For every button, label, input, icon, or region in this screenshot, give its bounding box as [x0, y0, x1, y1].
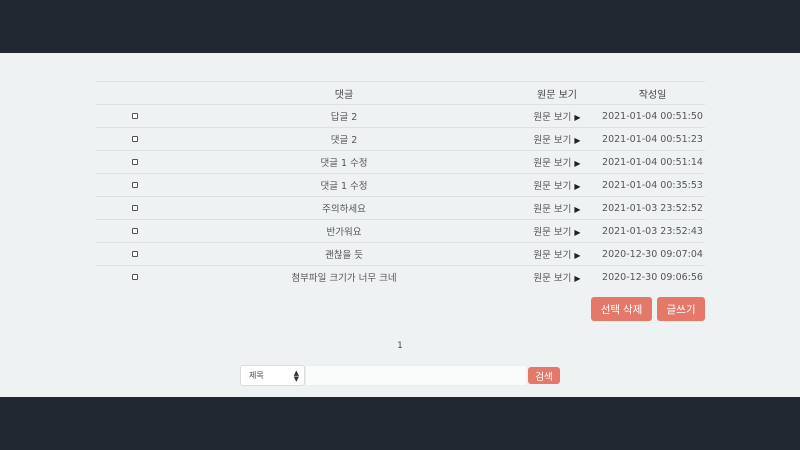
view-original-link[interactable]: 원문 보기 ▶ [514, 150, 600, 174]
view-original-label: 원문 보기 [533, 204, 572, 215]
play-arrow-icon: ▶ [574, 136, 581, 145]
row-date: 2021-01-04 00:35:53 [600, 173, 705, 197]
view-original-link[interactable]: 원문 보기 ▶ [514, 173, 600, 197]
view-original-link[interactable]: 원문 보기 ▶ [514, 196, 600, 220]
bottom-bar [0, 397, 800, 450]
row-date: 2021-01-03 23:52:43 [600, 219, 705, 243]
search-field-select[interactable]: 제목 ▲ ▼ [240, 365, 305, 386]
play-arrow-icon: ▶ [574, 182, 581, 191]
row-checkbox-cell [96, 196, 174, 220]
table-row: 주의하세요 원문 보기 ▶ 2021-01-03 23:52:52 [96, 196, 705, 220]
row-title[interactable]: 댓글 1 수정 [174, 150, 514, 174]
row-date: 2021-01-04 00:51:23 [600, 127, 705, 151]
view-original-link[interactable]: 원문 보기 ▶ [514, 104, 600, 128]
view-original-label: 원문 보기 [533, 135, 572, 146]
view-original-label: 원문 보기 [533, 112, 572, 123]
row-title[interactable]: 반가워요 [174, 219, 514, 243]
row-title[interactable]: 괜찮을 듯 [174, 242, 514, 266]
content-area: 댓글 원문 보기 작성일 답글 2 원문 보기 ▶ 2021-01-04 00:51:… [0, 53, 800, 397]
row-checkbox-cell [96, 104, 174, 128]
header-checkbox-column [96, 81, 174, 105]
row-date: 2020-12-30 09:06:56 [600, 265, 705, 289]
play-arrow-icon: ▶ [574, 113, 581, 122]
row-checkbox[interactable] [132, 182, 138, 188]
row-title[interactable]: 답글 2 [174, 104, 514, 128]
write-post-button[interactable]: 글쓰기 [657, 297, 705, 321]
row-title[interactable]: 첨부파일 크기가 너무 크네 [174, 265, 514, 289]
updown-chevron-icon: ▲ ▼ [293, 369, 299, 383]
row-date: 2021-01-03 23:52:52 [600, 196, 705, 220]
search-field-selected-value: 제목 [249, 371, 264, 380]
view-original-link[interactable]: 원문 보기 ▶ [514, 127, 600, 151]
view-original-link[interactable]: 원문 보기 ▶ [514, 219, 600, 243]
view-original-link[interactable]: 원문 보기 ▶ [514, 242, 600, 266]
search-input[interactable] [305, 365, 527, 386]
view-original-label: 원문 보기 [533, 158, 572, 169]
table-row: 답글 2 원문 보기 ▶ 2021-01-04 00:51:50 [96, 104, 705, 128]
row-date: 2020-12-30 09:07:04 [600, 242, 705, 266]
row-title[interactable]: 주의하세요 [174, 196, 514, 220]
row-title[interactable]: 댓글 1 수정 [174, 173, 514, 197]
table-row: 첨부파일 크기가 너무 크네 원문 보기 ▶ 2020-12-30 09:06:56 [96, 265, 705, 289]
view-original-link[interactable]: 원문 보기 ▶ [514, 265, 600, 289]
play-arrow-icon: ▶ [574, 205, 581, 214]
play-arrow-icon: ▶ [574, 274, 581, 284]
row-title[interactable]: 댓글 2 [174, 127, 514, 151]
row-checkbox[interactable] [132, 205, 138, 211]
row-checkbox[interactable] [132, 113, 138, 119]
play-arrow-icon: ▶ [574, 159, 581, 168]
view-original-label: 원문 보기 [533, 273, 572, 285]
comment-table: 댓글 원문 보기 작성일 답글 2 원문 보기 ▶ 2021-01-04 00:51:… [96, 81, 705, 289]
top-bar [0, 0, 800, 53]
row-checkbox-cell [96, 173, 174, 197]
row-checkbox[interactable] [132, 228, 138, 234]
view-original-label: 원문 보기 [533, 250, 572, 261]
row-checkbox[interactable] [132, 274, 138, 281]
view-original-label: 원문 보기 [533, 181, 572, 192]
row-checkbox-cell [96, 127, 174, 151]
row-checkbox[interactable] [132, 136, 138, 142]
row-checkbox-cell [96, 219, 174, 243]
header-date: 작성일 [600, 81, 705, 105]
view-original-label: 원문 보기 [533, 227, 572, 238]
search-button[interactable]: 검색 [528, 367, 560, 384]
row-checkbox[interactable] [132, 159, 138, 165]
table-row: 댓글 1 수정 원문 보기 ▶ 2021-01-04 00:51:14 [96, 150, 705, 174]
table-row: 댓글 2 원문 보기 ▶ 2021-01-04 00:51:23 [96, 127, 705, 151]
row-date: 2021-01-04 00:51:14 [600, 150, 705, 174]
row-checkbox-cell [96, 150, 174, 174]
play-arrow-icon: ▶ [574, 228, 581, 237]
header-title: 댓글 [174, 81, 514, 105]
delete-selected-button[interactable]: 선택 삭제 [591, 297, 652, 321]
pagination-page-1[interactable]: 1 [390, 341, 410, 351]
table-row: 괜찮을 듯 원문 보기 ▶ 2020-12-30 09:07:04 [96, 242, 705, 266]
play-arrow-icon: ▶ [574, 251, 581, 260]
table-header-row: 댓글 원문 보기 작성일 [96, 81, 705, 105]
table-row: 반가워요 원문 보기 ▶ 2021-01-03 23:52:43 [96, 219, 705, 243]
row-date: 2021-01-04 00:51:50 [600, 104, 705, 128]
row-checkbox-cell [96, 265, 174, 289]
row-checkbox-cell [96, 242, 174, 266]
header-view-original: 원문 보기 [514, 81, 600, 105]
row-checkbox[interactable] [132, 251, 138, 257]
table-row: 댓글 1 수정 원문 보기 ▶ 2021-01-04 00:35:53 [96, 173, 705, 197]
